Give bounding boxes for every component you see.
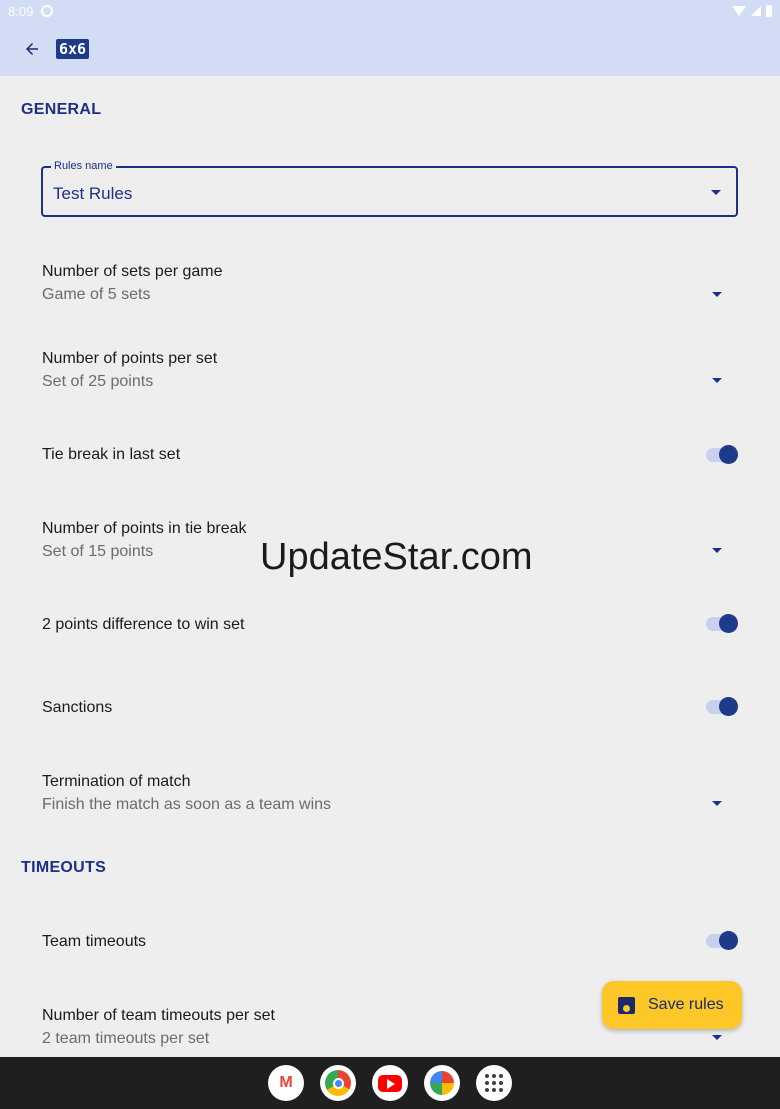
setting-title: Team timeouts [42, 933, 147, 950]
setting-value: Set of 25 points [42, 373, 154, 390]
sanctions-switch[interactable] [706, 697, 738, 716]
tie-break-switch[interactable] [706, 445, 738, 464]
setting-sets-per-game[interactable]: Number of sets per game Game of 5 sets [42, 263, 738, 304]
apps-grid-icon[interactable] [476, 1065, 512, 1101]
rules-name-label: Rules name [51, 160, 116, 172]
dropdown-arrow-icon [712, 548, 722, 553]
dropdown-arrow-icon [712, 378, 722, 383]
setting-value: 2 team timeouts per set [42, 1030, 210, 1047]
dropdown-arrow-icon [711, 190, 721, 195]
save-rules-label: Save rules [648, 996, 724, 1013]
status-icons [732, 5, 772, 17]
save-rules-button[interactable]: Save rules [602, 981, 742, 1029]
photos-icon[interactable] [424, 1065, 460, 1101]
gmail-icon[interactable]: M [268, 1065, 304, 1101]
setting-value: Game of 5 sets [42, 286, 151, 303]
setting-termination[interactable]: Termination of match Finish the match as… [42, 773, 738, 814]
chrome-core [332, 1077, 344, 1089]
section-header-timeouts: TIMEOUTS [21, 859, 107, 876]
rules-name-value: Test Rules [53, 184, 133, 203]
switch-thumb [719, 445, 738, 464]
apps-dots [485, 1074, 503, 1092]
two-points-difference-switch[interactable] [706, 614, 738, 633]
save-icon [618, 996, 635, 1014]
switch-thumb [719, 931, 738, 950]
setting-title: 2 points difference to win set [42, 616, 245, 633]
watermark: UpdateStar.com [260, 536, 533, 578]
section-header-general: GENERAL [21, 101, 102, 118]
dropdown-arrow-icon [712, 801, 722, 806]
status-time: 8:09 [8, 3, 34, 19]
chrome-ring [325, 1070, 351, 1096]
back-button[interactable] [18, 35, 46, 63]
setting-title: Number of sets per game [42, 263, 223, 280]
switch-thumb [719, 697, 738, 716]
status-bar: 8:09 [0, 0, 780, 22]
setting-title: Sanctions [42, 699, 113, 716]
setting-points-per-set[interactable]: Number of points per set Set of 25 point… [42, 350, 738, 391]
team-timeouts-switch[interactable] [706, 931, 738, 950]
app-logo: 6x6 [56, 39, 90, 59]
app-bar: 6x6 [0, 22, 780, 76]
setting-sanctions: Sanctions [42, 697, 738, 719]
setting-title: Tie break in last set [42, 446, 181, 463]
settings-icon [41, 5, 54, 17]
photos-pinwheel [430, 1071, 454, 1095]
setting-tie-break: Tie break in last set [42, 445, 738, 466]
wifi-icon [732, 6, 746, 16]
rules-name-dropdown[interactable]: Rules name Test Rules [41, 160, 738, 217]
dropdown-arrow-icon [712, 292, 722, 297]
setting-value: Finish the match as soon as a team wins [42, 796, 332, 813]
switch-thumb [719, 614, 738, 633]
dropdown-arrow-icon [712, 1035, 722, 1040]
app-dock: M [0, 1057, 780, 1109]
chrome-icon[interactable] [320, 1065, 356, 1101]
battery-icon [766, 5, 772, 17]
setting-team-timeouts: Team timeouts [42, 931, 738, 953]
youtube-play [378, 1074, 402, 1092]
setting-title: Termination of match [42, 773, 191, 790]
youtube-icon[interactable] [372, 1065, 408, 1101]
setting-title: Number of points per set [42, 350, 218, 367]
signal-icon [751, 6, 761, 16]
arrow-back-icon [26, 43, 38, 55]
setting-two-points-difference: 2 points difference to win set [42, 614, 738, 636]
